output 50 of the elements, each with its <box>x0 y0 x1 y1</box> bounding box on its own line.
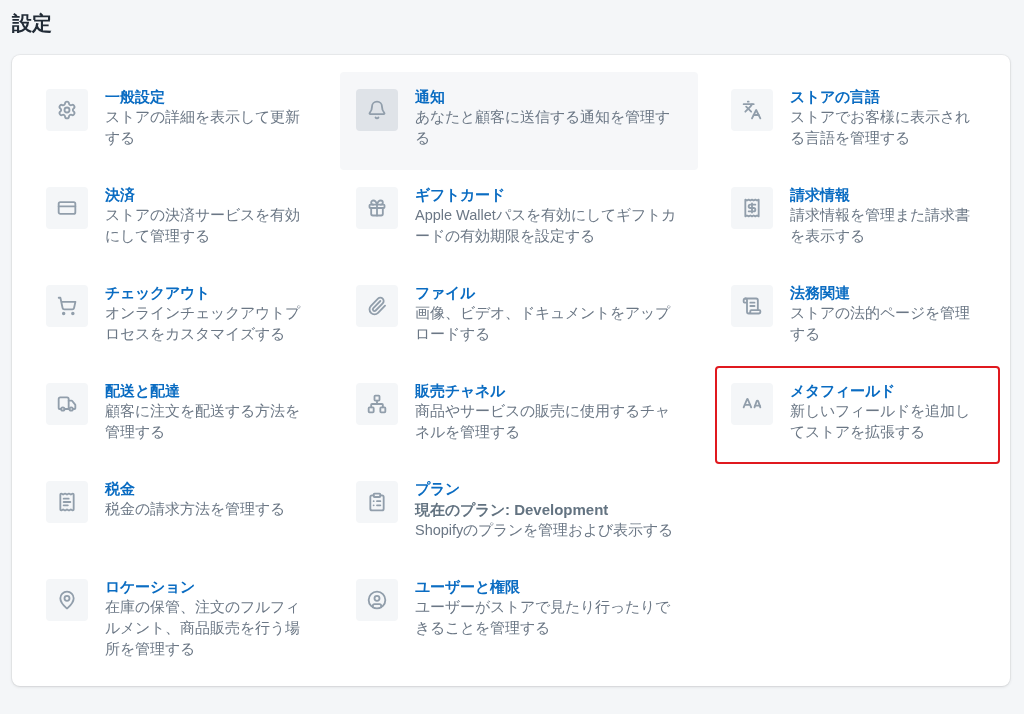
item-description: 画像、ビデオ、ドキュメントをアップロードする <box>415 304 672 344</box>
plan-detail: 現在のプラン: Development <box>415 500 610 520</box>
item-title[interactable]: ファイル <box>415 283 677 303</box>
item-title[interactable]: 請求情報 <box>790 185 976 205</box>
settings-item[interactable]: ロケーション 在庫の保管、注文のフルフィルメント、商品販売を行う場所を管理する <box>30 562 340 660</box>
item-title[interactable]: プラン <box>415 479 677 499</box>
item-description: ストアでお客様に表示される言語を管理する <box>790 108 971 148</box>
item-description: 在庫の保管、注文のフルフィルメント、商品販売を行う場所を管理する <box>105 598 301 659</box>
item-title[interactable]: ロケーション <box>105 577 305 597</box>
settings-item[interactable]: 決済 ストアの決済サービスを有効にして管理する <box>30 170 340 268</box>
item-title[interactable]: ストアの言語 <box>790 87 976 107</box>
settings-item[interactable]: 販売チャネル 商品やサービスの販売に使用するチャネルを管理する <box>340 366 698 464</box>
settings-item[interactable]: 配送と配達 顧客に注文を配送する方法を管理する <box>30 366 340 464</box>
settings-item[interactable]: ストアの言語 ストアでお客様に表示される言語を管理する <box>715 72 1000 170</box>
page-title: 設定 <box>12 11 53 36</box>
item-title[interactable]: 配送と配達 <box>105 381 305 401</box>
item-title[interactable]: ユーザーと権限 <box>415 577 677 597</box>
item-description: 税金の請求方法を管理する <box>105 500 286 519</box>
item-description: 請求情報を管理また請求書を表示する <box>790 206 971 246</box>
item-description: ストアの詳細を表示して更新する <box>105 108 301 148</box>
item-description: Apple Walletパスを有効にしてギフトカードの有効期限を設定する <box>415 206 677 246</box>
item-description: ユーザーがストアで見たり行ったりできることを管理する <box>415 598 671 638</box>
item-description: 商品やサービスの販売に使用するチャネルを管理する <box>415 402 671 442</box>
item-title[interactable]: 一般設定 <box>105 87 305 107</box>
item-title[interactable]: メタフィールド <box>790 381 976 401</box>
settings-item[interactable]: ファイル 画像、ビデオ、ドキュメントをアップロードする <box>340 268 698 366</box>
settings-item[interactable]: メタフィールド 新しいフィールドを追加してストアを拡張する <box>715 366 1000 464</box>
item-description: あなたと顧客に送信する通知を管理する <box>415 108 671 148</box>
item-description: ストアの決済サービスを有効にして管理する <box>105 206 301 246</box>
item-description: Shopifyのプランを管理および表示する <box>415 521 675 540</box>
item-description: ストアの法的ページを管理する <box>790 304 971 344</box>
settings-item[interactable]: 法務関連 ストアの法的ページを管理する <box>715 268 1000 366</box>
item-title[interactable]: チェックアウト <box>105 283 305 303</box>
item-description: 新しいフィールドを追加してストアを拡張する <box>790 402 971 442</box>
item-title[interactable]: 決済 <box>105 185 305 205</box>
settings-item[interactable]: 通知 あなたと顧客に送信する通知を管理する <box>340 72 698 170</box>
settings-item[interactable]: 税金 税金の請求方法を管理する <box>30 464 340 562</box>
item-title[interactable]: 販売チャネル <box>415 381 677 401</box>
settings-item[interactable]: 請求情報 請求情報を管理また請求書を表示する <box>715 170 1000 268</box>
item-title[interactable]: 通知 <box>415 87 677 107</box>
settings-item[interactable]: ユーザーと権限 ユーザーがストアで見たり行ったりできることを管理する <box>340 562 698 660</box>
item-title[interactable]: 法務関連 <box>790 283 976 303</box>
settings-item[interactable]: プラン 現在のプラン: Development Shopifyのプランを管理および表示する <box>340 464 698 562</box>
item-description: オンラインチェックアウトプロセスをカスタマイズする <box>105 304 302 344</box>
settings-item[interactable]: チェックアウト オンラインチェックアウトプロセスをカスタマイズする <box>30 268 340 366</box>
item-title[interactable]: ギフトカード <box>415 185 677 205</box>
item-title[interactable]: 税金 <box>105 479 305 499</box>
item-description: 顧客に注文を配送する方法を管理する <box>105 402 301 442</box>
settings-item[interactable]: 一般設定 ストアの詳細を表示して更新する <box>30 72 340 170</box>
settings-item[interactable]: ギフトカード Apple Walletパスを有効にしてギフトカードの有効期限を設定する <box>340 170 698 268</box>
